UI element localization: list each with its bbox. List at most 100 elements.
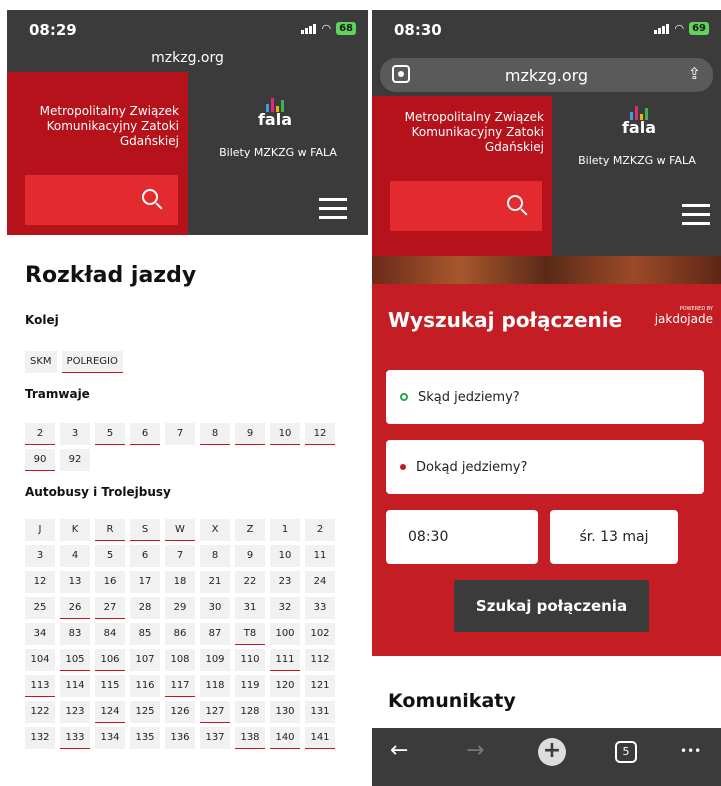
line-button[interactable]: 110 <box>235 649 265 671</box>
line-button[interactable]: 115 <box>95 675 125 697</box>
tabs-icon[interactable]: 5 <box>615 741 637 763</box>
line-button[interactable]: 126 <box>165 701 195 723</box>
line-button[interactable]: 9 <box>235 545 265 567</box>
line-button[interactable]: 3 <box>60 423 90 445</box>
line-button[interactable]: 16 <box>95 571 125 593</box>
line-button[interactable]: 12 <box>305 423 335 445</box>
line-button[interactable]: 27 <box>95 597 125 619</box>
address-bar[interactable]: mzkzg.org <box>7 50 368 72</box>
line-button[interactable]: J <box>25 519 55 541</box>
line-button[interactable]: 113 <box>25 675 55 697</box>
line-button[interactable]: 137 <box>200 727 230 749</box>
line-button[interactable]: 17 <box>130 571 160 593</box>
line-button[interactable]: 114 <box>60 675 90 697</box>
line-button[interactable]: 18 <box>165 571 195 593</box>
line-button[interactable]: 132 <box>25 727 55 749</box>
search-button[interactable] <box>390 181 542 231</box>
line-button[interactable]: 13 <box>60 571 90 593</box>
line-button[interactable]: 130 <box>270 701 300 723</box>
line-button[interactable]: 123 <box>60 701 90 723</box>
line-button[interactable]: 92 <box>60 449 90 471</box>
line-button[interactable]: 5 <box>95 545 125 567</box>
line-button[interactable]: 12 <box>25 571 55 593</box>
line-button[interactable]: 25 <box>25 597 55 619</box>
line-button[interactable]: 33 <box>305 597 335 619</box>
line-button[interactable]: 23 <box>270 571 300 593</box>
line-button[interactable]: 2 <box>305 519 335 541</box>
line-button[interactable]: T8 <box>235 623 265 645</box>
line-button[interactable]: 1 <box>270 519 300 541</box>
line-button[interactable]: 122 <box>25 701 55 723</box>
line-button[interactable]: SKM <box>25 351 57 373</box>
line-button[interactable]: 86 <box>165 623 195 645</box>
line-button[interactable]: 28 <box>130 597 160 619</box>
line-button[interactable]: 124 <box>95 701 125 723</box>
line-button[interactable]: 3 <box>25 545 55 567</box>
line-button[interactable]: 2 <box>25 423 55 445</box>
line-button[interactable]: 30 <box>200 597 230 619</box>
line-button[interactable]: 10 <box>270 545 300 567</box>
line-button[interactable]: 138 <box>235 727 265 749</box>
line-button[interactable]: 104 <box>25 649 55 671</box>
to-input[interactable]: Dokąd jedziemy? <box>386 440 704 494</box>
line-button[interactable]: 6 <box>130 423 160 445</box>
line-button[interactable]: 112 <box>305 649 335 671</box>
forward-icon[interactable]: → <box>466 738 484 763</box>
line-button[interactable]: 109 <box>200 649 230 671</box>
line-button[interactable]: 6 <box>130 545 160 567</box>
line-button[interactable]: 90 <box>25 449 55 471</box>
line-button[interactable]: 31 <box>235 597 265 619</box>
line-button[interactable]: 119 <box>235 675 265 697</box>
line-button[interactable]: 21 <box>200 571 230 593</box>
line-button[interactable]: 5 <box>95 423 125 445</box>
line-button[interactable]: 117 <box>165 675 195 697</box>
tickets-link[interactable]: Bilety MZKZG w FALA <box>203 146 353 159</box>
line-button[interactable]: K <box>60 519 90 541</box>
line-button[interactable]: 4 <box>60 545 90 567</box>
line-button[interactable]: 85 <box>130 623 160 645</box>
line-button[interactable]: R <box>95 519 125 541</box>
hamburger-icon[interactable] <box>682 204 710 225</box>
line-button[interactable]: 107 <box>130 649 160 671</box>
line-button[interactable]: 9 <box>235 423 265 445</box>
line-button[interactable]: W <box>165 519 195 541</box>
share-icon[interactable]: ⇪ <box>688 64 701 83</box>
date-input[interactable]: śr. 13 maj <box>550 510 678 564</box>
line-button[interactable]: POLREGIO <box>61 351 123 373</box>
line-button[interactable]: 8 <box>200 423 230 445</box>
from-input[interactable]: Skąd jedziemy? <box>386 370 704 424</box>
line-button[interactable]: 135 <box>130 727 160 749</box>
time-input[interactable]: 08:30 <box>386 510 538 564</box>
line-button[interactable]: 32 <box>270 597 300 619</box>
search-button[interactable] <box>25 175 178 225</box>
line-button[interactable]: 106 <box>95 649 125 671</box>
line-button[interactable]: 116 <box>130 675 160 697</box>
line-button[interactable]: 121 <box>305 675 335 697</box>
line-button[interactable]: 133 <box>60 727 90 749</box>
search-connections-button[interactable]: Szukaj połączenia <box>454 580 649 632</box>
line-button[interactable]: 105 <box>60 649 90 671</box>
hamburger-icon[interactable] <box>319 198 347 219</box>
brand-block[interactable]: Metropolitalny Związek Komunikacyjny Zat… <box>372 96 552 256</box>
fala-logo[interactable]: fala <box>245 96 305 128</box>
address-bar[interactable]: mzkzg.org ⇪ <box>380 58 713 92</box>
line-button[interactable]: 24 <box>305 571 335 593</box>
line-button[interactable]: 26 <box>60 597 90 619</box>
line-button[interactable]: 108 <box>165 649 195 671</box>
line-button[interactable]: 102 <box>305 623 335 645</box>
brand-block[interactable]: Metropolitalny Związek Komunikacyjny Zat… <box>7 72 188 235</box>
line-button[interactable]: 7 <box>165 545 195 567</box>
line-button[interactable]: 84 <box>95 623 125 645</box>
line-button[interactable]: 34 <box>25 623 55 645</box>
line-button[interactable]: 83 <box>60 623 90 645</box>
line-button[interactable]: 136 <box>165 727 195 749</box>
line-button[interactable]: 7 <box>165 423 195 445</box>
line-button[interactable]: 29 <box>165 597 195 619</box>
line-button[interactable]: 134 <box>95 727 125 749</box>
line-button[interactable]: 125 <box>130 701 160 723</box>
line-button[interactable]: 141 <box>305 727 335 749</box>
line-button[interactable]: 11 <box>305 545 335 567</box>
line-button[interactable]: 127 <box>200 701 230 723</box>
new-tab-icon[interactable]: + <box>538 738 566 766</box>
line-button[interactable]: 100 <box>270 623 300 645</box>
